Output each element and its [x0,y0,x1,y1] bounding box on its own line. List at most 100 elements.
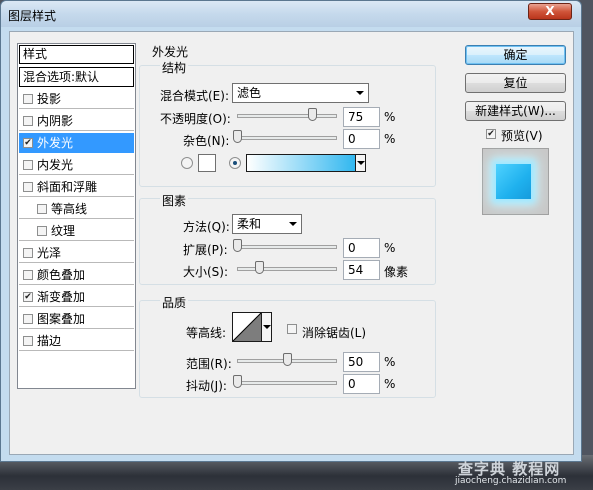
ok-button[interactable]: 确定 [465,45,566,65]
spread-slider-thumb[interactable] [232,239,242,252]
style-checkbox[interactable] [23,270,33,280]
opacity-input[interactable]: 75 [343,107,380,127]
style-label: 描边 [37,334,62,348]
jitter-slider-track[interactable] [237,381,337,385]
watermark-url: jiaocheng.chazidian.com [455,476,567,486]
styles-list-item[interactable]: 斜面和浮雕 [19,177,134,197]
styles-list-item[interactable]: ✔ 外发光 [19,133,134,153]
title-bar[interactable]: 图层样式 X [1,1,581,27]
styles-list-header[interactable]: 样式 [19,45,134,64]
style-checkbox[interactable] [23,160,33,170]
spread-unit: % [384,241,396,255]
spread-slider-track[interactable] [237,245,337,249]
noise-slider-track[interactable] [237,136,337,140]
chevron-down-icon [356,91,364,95]
styles-list: 样式 混合选项:默认 投影内阴影 ✔ 外发光内发光斜面和浮雕等高线纹理光泽颜色叠加 ✔… [17,43,136,389]
style-label: 等高线 [51,202,88,216]
glow-color-swatch[interactable] [198,154,216,172]
glow-gradient-picker[interactable] [246,154,366,172]
style-checkbox[interactable] [37,204,47,214]
style-label: 光泽 [37,246,62,260]
preview-label: 预览(V) [501,129,543,143]
noise-input[interactable]: 0 [343,129,380,149]
jitter-unit: % [384,377,396,391]
styles-list-item[interactable]: ✔ 渐变叠加 [19,287,134,307]
close-icon: X [545,4,555,18]
gradient-radio[interactable] [229,157,241,169]
gradient-dropdown-button[interactable] [355,154,366,172]
size-slider-thumb[interactable] [254,261,264,274]
style-label: 颜色叠加 [37,268,86,282]
style-label: 内发光 [37,158,74,172]
anti-alias-checkbox[interactable] [287,324,297,334]
style-checkbox[interactable] [37,226,47,236]
spread-label: 扩展(P): [183,243,228,257]
quality-title: 品质 [160,294,189,311]
preview-checkbox[interactable]: ✔ [486,129,496,139]
outer-glow-title: 外发光 [152,45,189,59]
jitter-label: 抖动(J): [186,379,227,393]
style-checkbox[interactable] [23,336,33,346]
contour-label: 等高线: [186,326,227,340]
styles-list-item[interactable]: 投影 [19,89,134,109]
elements-title: 图素 [160,192,189,209]
noise-slider-thumb[interactable] [232,130,242,143]
window-title: 图层样式 [8,9,57,23]
style-checkbox[interactable] [23,248,33,258]
dialog-content: 样式 混合选项:默认 投影 内阴影 ✔ 外发光 内发光 斜面和浮雕 等高线 纹理 光泽 颜色叠加 ✔… [9,31,574,455]
noise-label: 杂色(N): [183,134,230,148]
blend-mode-value: 滤色 [237,86,262,100]
styles-list-item[interactable]: 描边 [19,331,134,351]
contour-picker[interactable] [232,312,262,342]
styles-list-item[interactable]: 纹理 [19,221,134,241]
styles-list-item[interactable]: 图案叠加 [19,309,134,329]
chevron-down-icon [357,161,365,165]
blend-mode-label: 混合模式(E): [160,89,229,103]
style-label: 斜面和浮雕 [37,180,98,194]
style-checkbox[interactable] [23,116,33,126]
contour-dropdown-button[interactable] [261,312,272,342]
jitter-slider-thumb[interactable] [232,375,242,388]
styles-list-item[interactable]: 颜色叠加 [19,265,134,285]
opacity-label: 不透明度(O): [160,112,231,126]
style-label: 渐变叠加 [37,290,86,304]
opacity-slider-track[interactable] [237,114,337,118]
blend-mode-select[interactable]: 滤色 [232,83,369,103]
styles-list-item[interactable]: 等高线 [19,199,134,219]
range-slider-thumb[interactable] [282,353,292,366]
styles-list-item[interactable]: 内发光 [19,155,134,175]
style-checkbox[interactable]: ✔ [23,138,33,148]
style-checkbox[interactable] [23,94,33,104]
range-input[interactable]: 50 [343,352,380,372]
solid-color-radio[interactable] [181,157,193,169]
new-style-button[interactable]: 新建样式(W)... [465,101,566,121]
noise-unit: % [384,132,396,146]
close-button[interactable]: X [528,3,572,20]
chevron-down-icon [289,222,297,226]
styles-list-item[interactable]: 内阴影 [19,111,134,131]
style-checkbox[interactable]: ✔ [23,292,33,302]
range-unit: % [384,355,396,369]
style-label: 内阴影 [37,114,74,128]
contour-curve-icon [233,313,261,341]
size-label: 大小(S): [183,265,229,279]
style-checkbox[interactable] [23,314,33,324]
anti-alias-label: 消除锯齿(L) [302,326,367,340]
blend-options-default[interactable]: 混合选项:默认 [19,67,134,87]
size-input[interactable]: 54 [343,260,380,280]
style-label: 纹理 [51,224,76,238]
style-preview [482,148,549,215]
reset-button[interactable]: 复位 [465,73,566,93]
style-checkbox[interactable] [23,182,33,192]
opacity-unit: % [384,110,396,124]
technique-select[interactable]: 柔和 [232,214,302,234]
layer-style-dialog: 图层样式 X 样式 混合选项:默认 投影 内阴影 ✔ 外发光 内发光 斜面和浮雕 等高线 纹理… [0,0,582,462]
size-slider-track[interactable] [237,267,337,271]
style-label: 图案叠加 [37,312,86,326]
jitter-input[interactable]: 0 [343,374,380,394]
technique-value: 柔和 [237,217,262,231]
preview-thumbnail [496,164,531,199]
opacity-slider-thumb[interactable] [307,108,317,121]
spread-input[interactable]: 0 [343,238,380,258]
styles-list-item[interactable]: 光泽 [19,243,134,263]
